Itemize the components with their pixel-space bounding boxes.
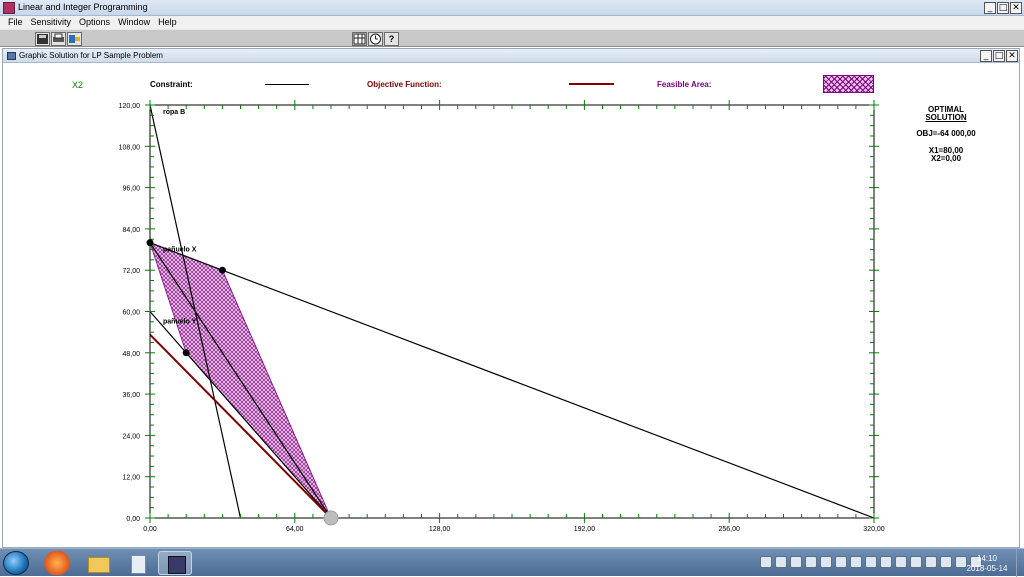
plot-frame <box>149 104 875 519</box>
tray-icon[interactable] <box>865 556 877 568</box>
optimal-point <box>323 510 339 526</box>
y-tick-label: 48,00 <box>122 351 140 358</box>
tray-icon[interactable] <box>895 556 907 568</box>
tray-icon[interactable] <box>925 556 937 568</box>
y-tick-label: 108,00 <box>119 144 141 151</box>
show-desktop-button[interactable] <box>1016 549 1024 577</box>
tray-icon[interactable] <box>835 556 847 568</box>
taskbar-clock[interactable]: 14:10 2018-05-14 <box>962 554 1012 574</box>
tray-icon[interactable] <box>940 556 952 568</box>
y-tick-label: 12,00 <box>122 475 140 482</box>
corner-point <box>146 239 154 247</box>
constraint-label: pañuelo Y <box>163 319 197 326</box>
constraint-line <box>149 242 332 519</box>
clock-time: 14:10 <box>976 554 998 563</box>
corner-point <box>182 349 190 357</box>
lp-program-icon[interactable] <box>158 551 192 575</box>
lp-graph: 0,00 12,00 24,00 36,00 48,00 60,00 72,00 84,00 9… <box>119 100 885 533</box>
y-tick-label: 60,00 <box>122 310 140 317</box>
y-tick-label: 120,00 <box>119 103 141 110</box>
start-button[interactable] <box>3 551 29 575</box>
tray-icon[interactable] <box>880 556 892 568</box>
taskbar: 14:10 2018-05-14 <box>0 548 1024 577</box>
tray-icon[interactable] <box>775 556 787 568</box>
y-tick-label: 24,00 <box>122 433 140 440</box>
folder-icon[interactable] <box>80 551 114 575</box>
y-tick-label: 0,00 <box>126 516 140 523</box>
tray-icon[interactable] <box>790 556 802 568</box>
constraint-label: pañuelo X <box>163 247 197 254</box>
corner-point <box>218 266 226 274</box>
x-tick-label: 64,00 <box>286 526 304 533</box>
tray-icon[interactable] <box>850 556 862 568</box>
tray-icon[interactable] <box>805 556 817 568</box>
firefox-icon[interactable] <box>40 551 74 575</box>
clock-date: 2018-05-14 <box>966 564 1008 573</box>
x-tick-label: 192,00 <box>574 526 596 533</box>
x-tick-label: 128,00 <box>429 526 451 533</box>
tray-icon[interactable] <box>760 556 772 568</box>
tray-icon[interactable] <box>820 556 832 568</box>
x-tick-label: 256,00 <box>718 526 740 533</box>
x-tick-label: 0,00 <box>143 526 157 533</box>
document-icon[interactable] <box>120 551 154 575</box>
y-tick-label: 72,00 <box>122 268 140 275</box>
tray-icon[interactable] <box>910 556 922 568</box>
y-tick-label: 36,00 <box>122 392 140 399</box>
y-tick-label: 84,00 <box>122 227 140 234</box>
system-tray <box>760 556 982 568</box>
constraint-label: ropa B <box>163 109 185 116</box>
x-tick-label: 320,00 <box>863 526 885 533</box>
y-tick-label: 96,00 <box>122 186 140 193</box>
